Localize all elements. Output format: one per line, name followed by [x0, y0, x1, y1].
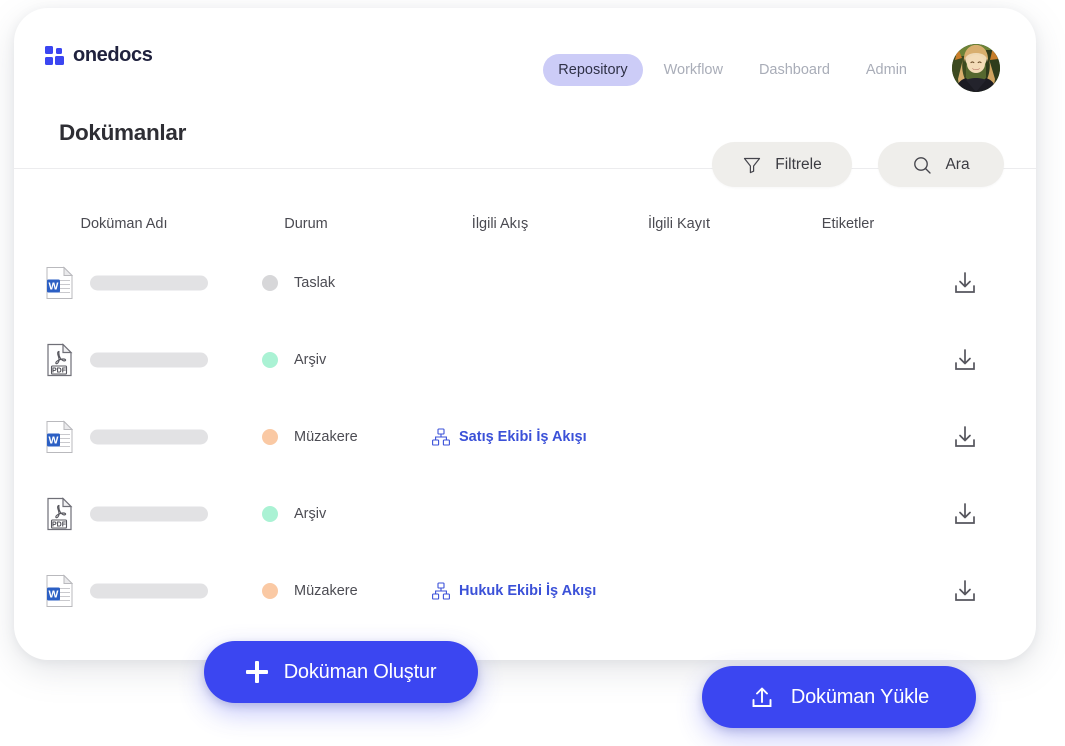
document-name-placeholder	[90, 275, 208, 290]
status-cell: Arşiv	[262, 351, 327, 368]
workflow-link-label: Satış Ekibi İş Akışı	[459, 428, 587, 445]
column-header-related-flow: İlgili Akış	[471, 216, 529, 232]
column-header-related-record: İlgili Kayıt	[647, 216, 711, 232]
status-label: Müzakere	[294, 582, 358, 599]
download-button[interactable]	[952, 270, 978, 296]
table-row[interactable]: W Müzakere Satış Ekibi İş Akışı	[14, 398, 1036, 475]
download-button[interactable]	[952, 347, 978, 373]
status-dot	[262, 505, 278, 522]
upload-document-label: Doküman Yükle	[790, 685, 930, 708]
filter-button-label: Filtrele	[775, 155, 822, 173]
pdf-document-icon: PDF	[46, 343, 73, 376]
column-header-document-name: Doküman Adı	[80, 216, 168, 232]
table-row[interactable]: W Taslak	[14, 244, 1036, 321]
four-squares-logo-icon	[45, 46, 64, 65]
nav-item-repository[interactable]: Repository	[543, 54, 643, 86]
svg-text:PDF: PDF	[52, 367, 67, 374]
filter-button[interactable]: Filtrele	[712, 142, 852, 187]
related-flow-cell[interactable]: Satış Ekibi İş Akışı	[432, 427, 587, 446]
brand-name: onedocs	[73, 44, 153, 66]
main-nav: Repository Workflow Dashboard Admin	[543, 54, 922, 86]
document-name-placeholder	[90, 506, 208, 521]
document-name-placeholder	[90, 583, 208, 598]
brand-logo[interactable]: onedocs	[45, 44, 153, 67]
create-document-label: Doküman Oluştur	[283, 660, 437, 683]
page-title: Dokümanlar	[59, 120, 187, 145]
search-icon	[914, 156, 932, 174]
word-document-icon: W	[46, 266, 73, 299]
download-button[interactable]	[952, 501, 978, 527]
download-icon	[955, 425, 975, 447]
user-avatar-photo	[952, 44, 1000, 92]
workflow-link-label: Hukuk Ekibi İş Akışı	[459, 582, 597, 599]
status-label: Arşiv	[294, 505, 327, 522]
download-icon	[955, 579, 975, 601]
column-header-tags: Etiketler	[821, 216, 875, 232]
svg-text:W: W	[49, 588, 59, 600]
search-button-label: Ara	[945, 155, 970, 173]
word-document-icon: W	[46, 420, 73, 453]
avatar[interactable]	[952, 44, 1000, 92]
download-button[interactable]	[952, 424, 978, 450]
app-card: onedocs Repository Workflow Dashboard Ad…	[14, 8, 1036, 660]
table-row[interactable]: PDF Arşiv	[14, 321, 1036, 398]
documents-table: Doküman Adı Durum İlgili Akış İlgili Kay…	[14, 194, 1036, 629]
related-flow-cell[interactable]: Hukuk Ekibi İş Akışı	[432, 581, 597, 600]
document-name-placeholder	[90, 429, 208, 444]
download-button[interactable]	[952, 578, 978, 604]
document-name-cell[interactable]: W	[46, 420, 208, 453]
status-cell: Arşiv	[262, 505, 327, 522]
status-label: Taslak	[294, 274, 336, 291]
nav-item-admin[interactable]: Admin	[851, 54, 922, 86]
download-icon	[955, 348, 975, 370]
column-header-status: Durum	[284, 216, 328, 232]
workflow-link[interactable]: Satış Ekibi İş Akışı	[432, 427, 587, 446]
search-button[interactable]: Ara	[878, 142, 1004, 187]
pdf-document-icon: PDF	[46, 497, 73, 530]
status-dot	[262, 582, 278, 599]
status-dot	[262, 274, 278, 291]
upload-document-button[interactable]: Doküman Yükle	[702, 666, 976, 728]
create-document-button[interactable]: Doküman Oluştur	[204, 641, 478, 703]
upload-icon	[752, 687, 772, 707]
status-dot	[262, 351, 278, 368]
funnel-icon	[744, 157, 761, 173]
status-cell: Taslak	[262, 274, 336, 291]
svg-text:PDF: PDF	[52, 521, 67, 528]
status-cell: Müzakere	[262, 582, 358, 599]
word-document-icon: W	[46, 574, 73, 607]
svg-text:W: W	[49, 280, 59, 292]
table-header-row: Doküman Adı Durum İlgili Akış İlgili Kay…	[14, 194, 1036, 244]
top-bar: onedocs Repository Workflow Dashboard Ad…	[14, 8, 1036, 104]
document-name-cell[interactable]: W	[46, 266, 208, 299]
document-name-cell[interactable]: W	[46, 574, 208, 607]
status-cell: Müzakere	[262, 428, 358, 445]
workflow-hierarchy-icon	[432, 581, 450, 600]
nav-item-workflow[interactable]: Workflow	[649, 54, 738, 86]
status-dot	[262, 428, 278, 445]
table-row[interactable]: PDF Arşiv	[14, 475, 1036, 552]
status-label: Müzakere	[294, 428, 358, 445]
workflow-link[interactable]: Hukuk Ekibi İş Akışı	[432, 581, 597, 600]
download-icon	[955, 271, 975, 293]
svg-text:W: W	[49, 434, 59, 446]
document-name-cell[interactable]: PDF	[46, 497, 208, 530]
document-name-cell[interactable]: PDF	[46, 343, 208, 376]
document-name-placeholder	[90, 352, 208, 367]
nav-item-dashboard[interactable]: Dashboard	[744, 54, 845, 86]
status-label: Arşiv	[294, 351, 327, 368]
download-icon	[955, 502, 975, 524]
plus-icon	[245, 661, 268, 683]
table-row[interactable]: W Müzakere Hukuk Ekibi İş Akışı	[14, 552, 1036, 629]
workflow-hierarchy-icon	[432, 427, 450, 446]
